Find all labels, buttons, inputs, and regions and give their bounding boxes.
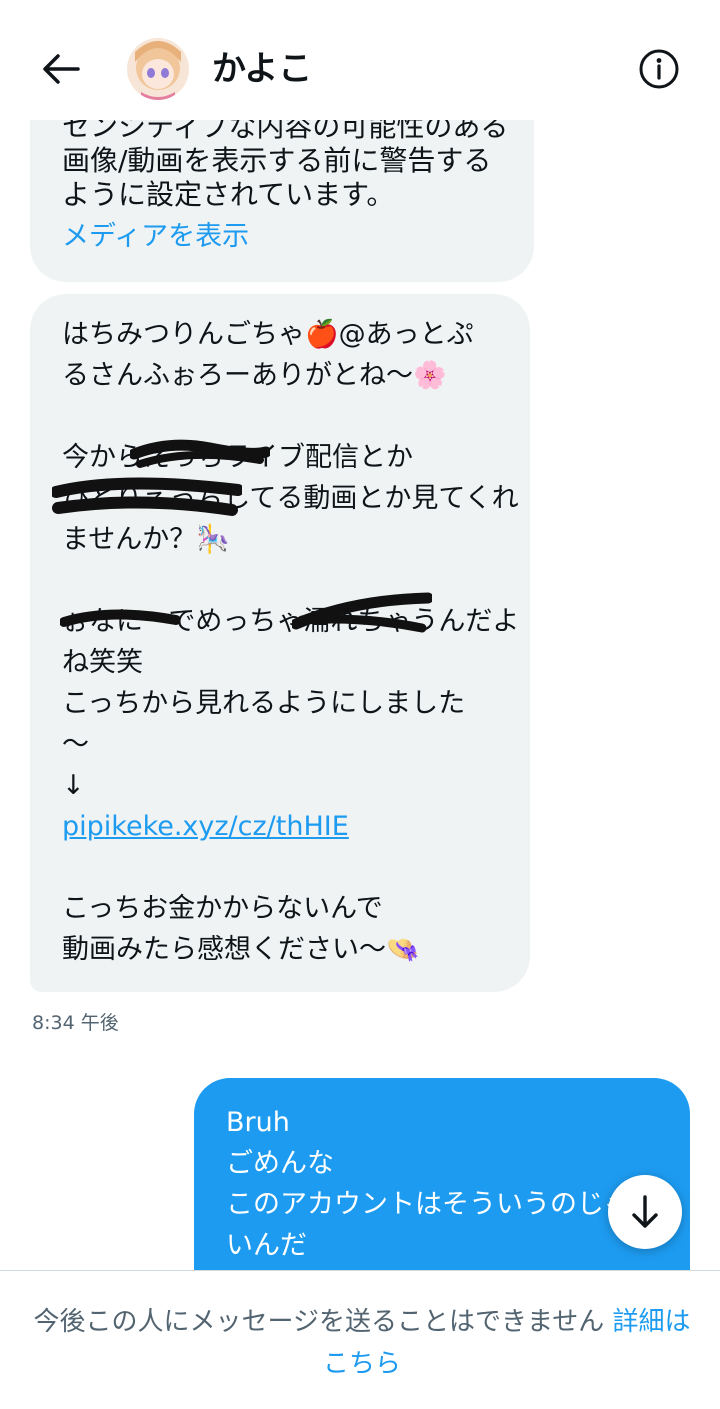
back-button[interactable] — [36, 44, 86, 94]
message-line: いんだ — [226, 1230, 307, 1261]
message-timestamp: 8:34 午後 — [32, 1012, 119, 1034]
show-media-link[interactable]: メディアを表示 — [62, 220, 249, 254]
cannot-message-notice: 今後この人にメッセージを送ることはできません 詳細はこちら — [30, 1301, 694, 1385]
conversation-footer: 今後この人にメッセージを送ることはできません 詳細はこちら — [0, 1270, 720, 1409]
arrow-down-icon — [632, 1195, 658, 1228]
message-line: ませんか？🎠 — [62, 524, 230, 555]
message-line: ね笑笑 — [62, 647, 143, 678]
message-list[interactable]: センシティブな内容の可能性のある 画像/動画を表示する前に警告する ように設定さ… — [0, 0, 720, 1270]
notice-text: 今後この人にメッセージを送ることはできません — [33, 1307, 605, 1337]
media-warning-text: センシティブな内容の可能性のある 画像/動画を表示する前に警告する ように設定さ… — [62, 110, 509, 211]
info-button[interactable] — [634, 44, 684, 94]
avatar[interactable] — [127, 38, 189, 100]
message-link[interactable]: pipikeke.xyz/cz/thHIE — [62, 806, 349, 847]
scroll-to-bottom-button[interactable] — [608, 1175, 682, 1249]
message-line: 動画みたら感想ください〜👒 — [62, 934, 420, 965]
message-line: るさんふぉろーありがとね〜🌸 — [62, 360, 447, 391]
conversation-title: かよこ — [212, 49, 313, 89]
arrow-left-icon — [43, 54, 80, 84]
message-line: こっちお金かからないんで — [62, 893, 383, 924]
message-line: 〜 — [62, 729, 89, 760]
message-line: はちみつりんごちゃ🍎@あっとぷ — [62, 319, 474, 350]
message-line: ↓ — [62, 770, 85, 801]
avatar-image — [127, 38, 189, 100]
message-line: ごめんな — [226, 1148, 334, 1179]
message-line: ひとりえっちしてる動画とか見てくれ — [62, 483, 519, 514]
message-line: こっちから見れるようにしました — [62, 688, 466, 719]
message-line: このアカウントはそういうのじゃな — [226, 1189, 658, 1220]
conversation-header: かよこ — [0, 0, 720, 120]
message-line: ぉなにーでめっちゃ濡れちゃうんだよ — [62, 606, 520, 637]
incoming-message-bubble: はちみつりんごちゃ🍎@あっとぷ るさんふぉろーありがとね〜🌸 今からえっちライブ… — [30, 294, 530, 992]
message-line: 今からえっちライブ配信とか — [62, 442, 413, 473]
dm-conversation-screen: センシティブな内容の可能性のある 画像/動画を表示する前に警告する ように設定さ… — [0, 0, 720, 1409]
info-circle-icon — [639, 49, 679, 89]
message-line: Bruh — [226, 1107, 290, 1138]
